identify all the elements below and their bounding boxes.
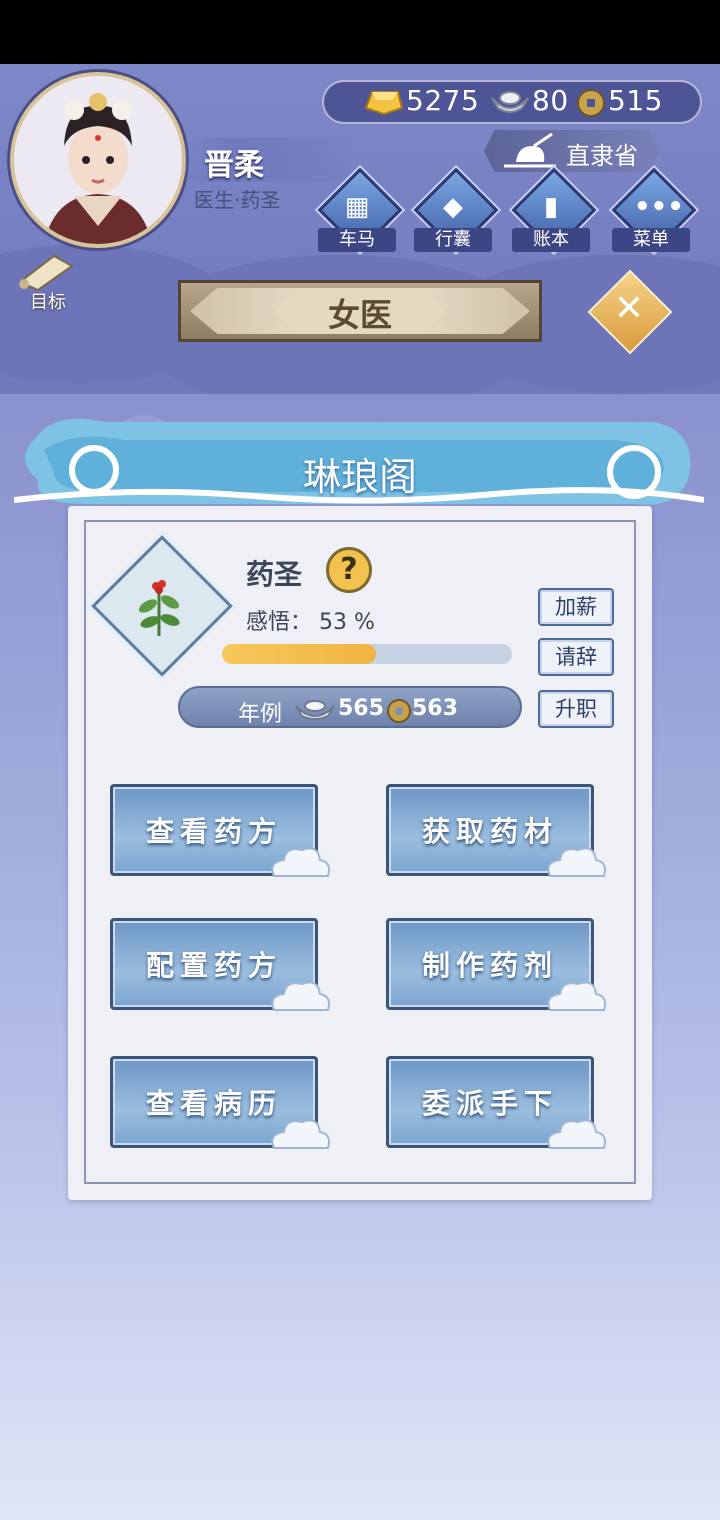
sedan-location-icon — [504, 132, 556, 168]
promote-button[interactable]: 升职 — [538, 690, 614, 728]
view-prescriptions-button[interactable]: 查看药方 — [110, 784, 330, 880]
nav-bag-button[interactable]: ◆ 行囊 — [413, 167, 499, 254]
help-button[interactable]: ? — [326, 547, 372, 593]
avatar-portrait-icon — [14, 76, 182, 244]
action-label: 配置药方 — [145, 949, 282, 982]
salary-label: 年例 — [238, 702, 283, 727]
make-potion-button[interactable]: 制作药剂 — [386, 918, 606, 1014]
nav-carriage-button[interactable]: ▦ 车马 — [317, 167, 403, 254]
gold-amount: 5275 — [406, 84, 480, 117]
nav-menu-button[interactable]: ••• 菜单 — [611, 167, 697, 254]
venue-title: 琳琅阁 — [302, 455, 417, 499]
close-icon: ✕ — [613, 288, 645, 329]
scroll-icon — [18, 254, 74, 292]
goal-label: 目标 — [30, 292, 66, 313]
action-label: 查看药方 — [145, 815, 282, 848]
status-bar — [0, 0, 720, 64]
copper-coin-icon — [387, 699, 411, 723]
player-name: 晋柔 — [204, 148, 264, 183]
action-label: 委派手下 — [421, 1087, 558, 1120]
player-title: 医生·药圣 — [194, 188, 281, 212]
insight-progress-fill — [222, 644, 376, 664]
herb-icon — [138, 580, 180, 636]
assign-subordinate-button[interactable]: 委派手下 — [386, 1056, 606, 1152]
player-avatar[interactable] — [10, 72, 186, 248]
insight-text: 感悟： 53 % — [246, 610, 375, 635]
location-name: 直隶省 — [566, 142, 638, 170]
salary-silver: 565 — [338, 696, 384, 721]
raise-salary-button[interactable]: 加薪 — [538, 588, 614, 626]
get-herbs-button[interactable]: 获取药材 — [386, 784, 606, 880]
coin-amount: 515 — [608, 84, 663, 117]
action-label: 获取药材 — [421, 815, 558, 848]
silver-amount: 80 — [532, 84, 569, 117]
silver-ingot-icon — [295, 700, 335, 720]
nav-label: 行囊 — [414, 228, 492, 252]
page-title: 女医 — [327, 296, 392, 334]
nav-label: 菜单 — [612, 228, 690, 252]
nav-ledger-button[interactable]: ▮ 账本 — [511, 167, 597, 254]
resign-button[interactable]: 请辞 — [538, 638, 614, 676]
view-medical-records-button[interactable]: 查看病历 — [110, 1056, 330, 1152]
salary-coins: 563 — [412, 696, 458, 721]
gold-ingot-icon — [364, 91, 404, 116]
compose-prescription-button[interactable]: 配置药方 — [110, 918, 330, 1014]
nav-label: 车马 — [318, 228, 396, 252]
copper-coin-icon — [577, 89, 605, 117]
action-label: 查看病历 — [145, 1087, 282, 1120]
action-label: 制作药剂 — [421, 949, 558, 982]
insight-progress-bar — [222, 644, 512, 664]
rank-name: 药圣 — [246, 558, 303, 591]
nav-label: 账本 — [512, 228, 590, 252]
silver-ingot-icon — [491, 91, 529, 113]
